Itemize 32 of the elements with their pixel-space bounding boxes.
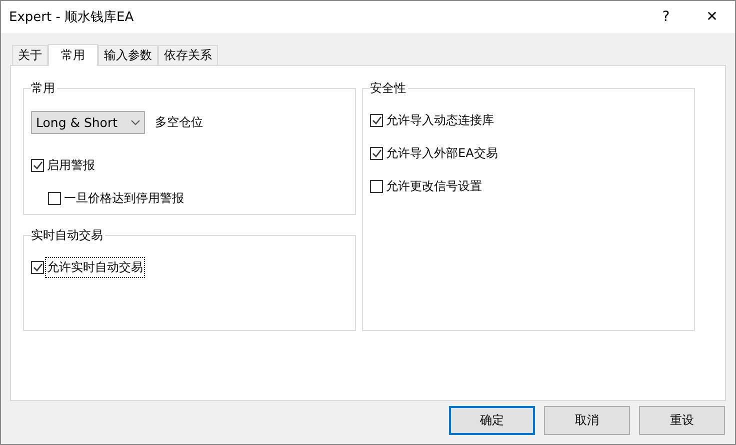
group-title: 常用 xyxy=(31,81,57,95)
check-icon xyxy=(32,161,42,170)
dropdown-label: 多空仓位 xyxy=(155,114,203,131)
group-title: 安全性 xyxy=(370,81,408,95)
checkbox[interactable] xyxy=(370,147,383,160)
position-dropdown[interactable]: Long & Short xyxy=(31,111,145,134)
close-button[interactable]: ✕ xyxy=(689,1,735,33)
dialog-button[interactable]: 确定 xyxy=(449,406,535,435)
check-icon xyxy=(372,149,382,158)
checkbox[interactable] xyxy=(31,159,44,172)
checkbox-label: 允许更改信号设置 xyxy=(385,178,483,195)
checkbox-label: 允许实时自动交易 xyxy=(46,258,144,277)
checkbox[interactable] xyxy=(370,180,383,193)
checkbox[interactable] xyxy=(31,261,44,274)
window-title: Expert - 顺水钱库EA xyxy=(9,9,135,26)
dialog-button[interactable]: 重设 xyxy=(639,406,725,435)
checkbox-label: 启用警报 xyxy=(46,157,96,174)
checkbox-label: 一旦价格达到停用警报 xyxy=(63,190,185,207)
dialog-button[interactable]: 取消 xyxy=(544,406,630,435)
checkbox[interactable] xyxy=(370,114,383,127)
tab[interactable]: 输入参数 xyxy=(98,45,158,65)
tab[interactable]: 依存关系 xyxy=(158,45,218,65)
group-title: 实时自动交易 xyxy=(31,228,105,242)
check-icon xyxy=(32,263,42,272)
tab[interactable]: 关于 xyxy=(12,45,48,65)
help-button[interactable]: ? xyxy=(643,1,689,33)
tab[interactable]: 常用 xyxy=(48,44,98,66)
chevron-icon xyxy=(131,120,140,126)
checkbox-label: 允许导入外部EA交易 xyxy=(385,145,499,162)
checkbox-label: 允许导入动态连接库 xyxy=(385,112,495,129)
check-icon xyxy=(372,116,382,125)
checkbox[interactable] xyxy=(48,192,61,205)
